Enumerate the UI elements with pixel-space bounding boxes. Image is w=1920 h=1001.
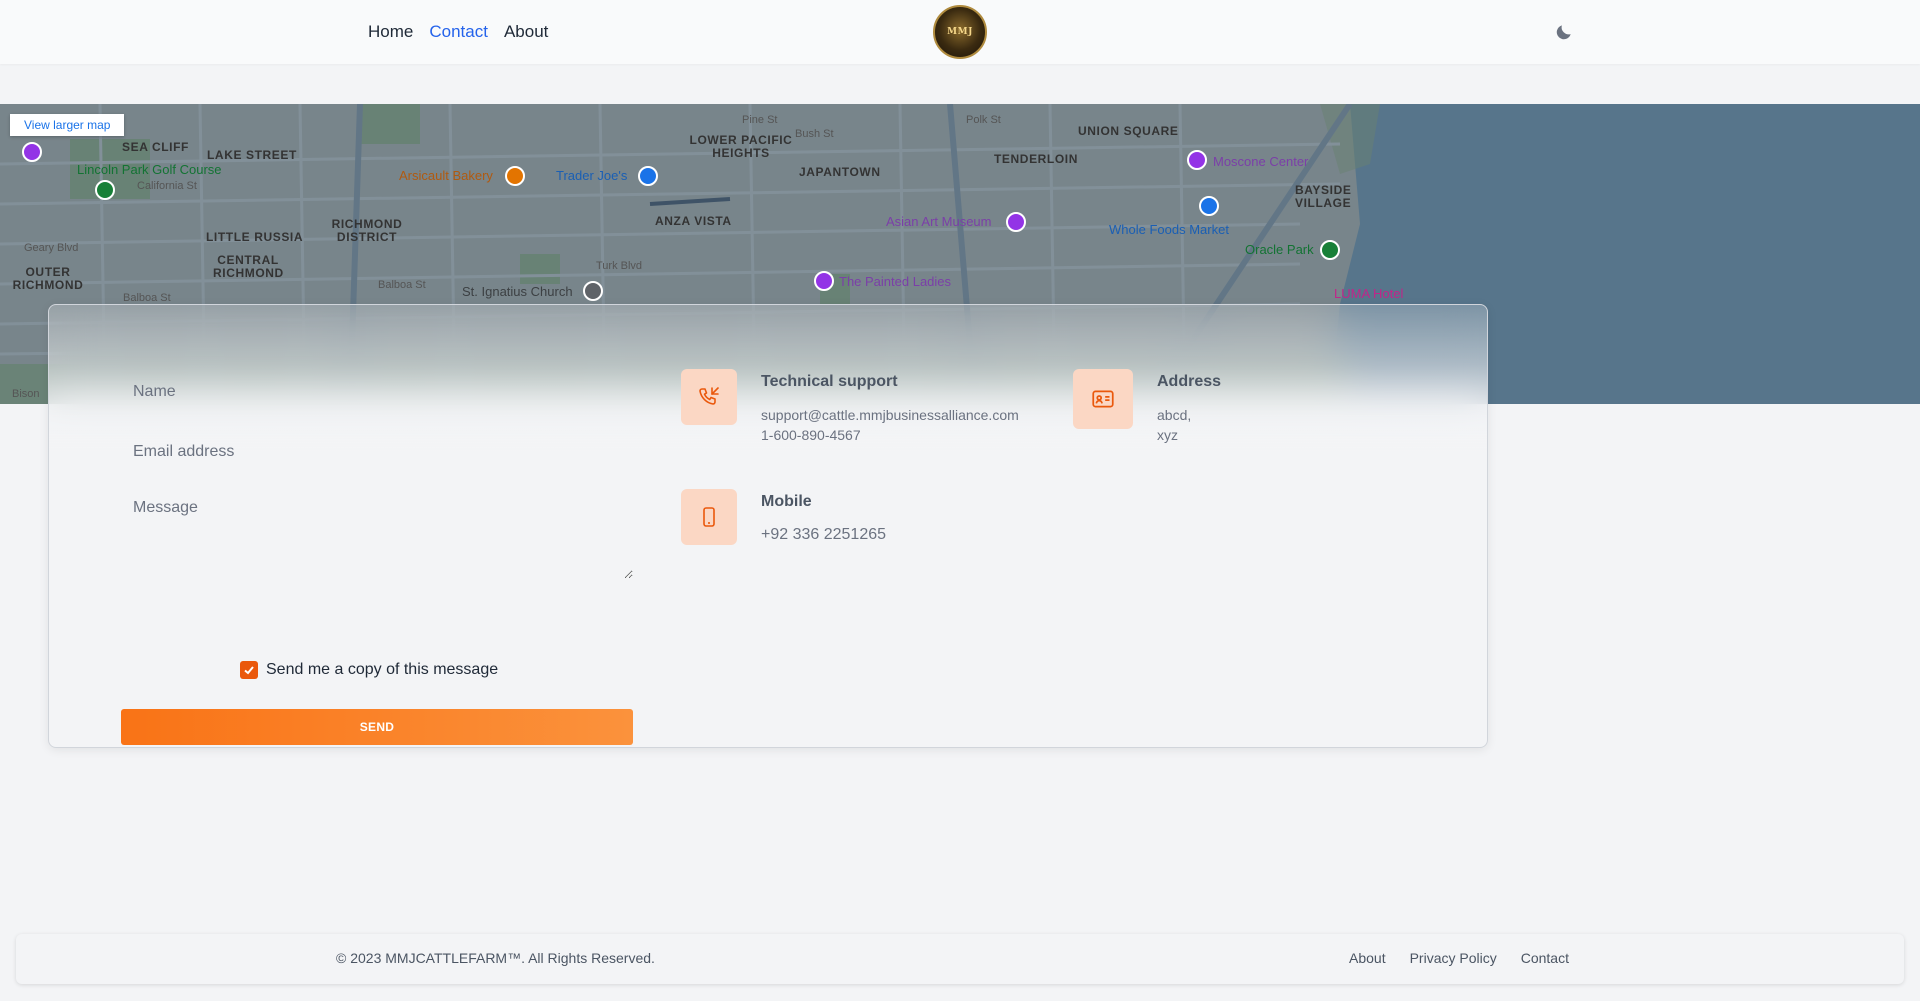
support-text: Technical support support@cattle.mmjbusi…: [761, 369, 1019, 445]
footer-copyright: © 2023 MMJCATTLEFARM™. All Rights Reserv…: [336, 950, 655, 966]
support-phone[interactable]: 1-600-890-4567: [761, 425, 1019, 445]
map-label-bison: Bison: [12, 388, 40, 400]
address-title: Address: [1157, 373, 1222, 390]
id-card-icon: [1092, 390, 1114, 408]
map-label-luma-hotel: LUMA Hotel: [1334, 286, 1404, 301]
map-label-california-st: California St: [137, 180, 197, 192]
theme-toggle-button[interactable]: [1552, 20, 1576, 44]
map-label-oracle-park: Oracle Park: [1245, 242, 1314, 257]
map-label-geary-blvd: Geary Blvd: [24, 242, 79, 254]
nav-links: Home Contact About: [368, 0, 548, 64]
navbar: Home Contact About MMJ: [0, 0, 1920, 64]
museum-pin-icon[interactable]: [1006, 212, 1026, 232]
address-icon-box: [1073, 369, 1133, 429]
landmark-pin-icon[interactable]: [814, 271, 834, 291]
email-input[interactable]: [121, 440, 633, 464]
name-input[interactable]: [121, 380, 633, 404]
map-label-trader-joes: Trader Joe's: [556, 168, 628, 183]
message-textarea[interactable]: [121, 499, 633, 579]
nav-link-about[interactable]: About: [504, 22, 548, 42]
contact-card: Send me a copy of this message SEND Tech…: [48, 304, 1488, 748]
map-label-central-richmond: CENTRAL RICHMOND: [213, 253, 284, 280]
brand-logo[interactable]: MMJ: [933, 5, 987, 59]
address-line-2: xyz: [1157, 427, 1178, 443]
map-label-bayside-village: BAYSIDE VILLAGE: [1295, 183, 1352, 210]
nav-link-home[interactable]: Home: [368, 22, 413, 42]
mobile-text: Mobile +92 336 2251265: [761, 489, 886, 545]
map-label-lower-pacific-heights: LOWER PACIFIC HEIGHTS: [689, 133, 793, 160]
map-label-richmond-district: RICHMOND DISTRICT: [331, 217, 403, 244]
footer-link-privacy-policy[interactable]: Privacy Policy: [1410, 950, 1497, 966]
technical-support-info: Technical support support@cattle.mmjbusi…: [681, 369, 1019, 445]
map-label-little-russia: LITTLE RUSSIA: [206, 230, 304, 244]
smartphone-icon: [703, 507, 715, 527]
footer-link-contact[interactable]: Contact: [1521, 950, 1569, 966]
moon-icon: [1556, 25, 1571, 40]
grocery-pin-icon[interactable]: [1199, 196, 1219, 216]
mobile-info: Mobile +92 336 2251265: [681, 489, 886, 545]
map-label-turk-blvd: Turk Blvd: [596, 260, 643, 272]
map-label-painted-ladies: The Painted Ladies: [839, 274, 952, 289]
brand-logo-text: MMJ: [947, 27, 973, 37]
shopping-pin-icon[interactable]: [638, 166, 658, 186]
map-label-sea-cliff: SEA CLIFF: [122, 140, 189, 154]
footer: © 2023 MMJCATTLEFARM™. All Rights Reserv…: [16, 934, 1904, 984]
map-label-moscone-center: Moscone Center: [1213, 154, 1309, 169]
support-email[interactable]: support@cattle.mmjbusinessalliance.com: [761, 405, 1019, 425]
map-label-balboa-st: Balboa St: [123, 292, 171, 304]
nav-link-contact[interactable]: Contact: [429, 22, 488, 42]
map-label-whole-foods: Whole Foods Market: [1109, 222, 1229, 237]
restaurant-pin-icon[interactable]: [505, 166, 525, 186]
map-label-st-ignatius: St. Ignatius Church: [462, 284, 573, 299]
map-label-lake-street: LAKE STREET: [207, 148, 297, 162]
map-label-anza-vista: ANZA VISTA: [655, 214, 732, 228]
address-info: Address abcd, xyz: [1073, 369, 1221, 445]
address-line-1: abcd,: [1157, 407, 1192, 423]
map-label-asian-art-museum: Asian Art Museum: [886, 214, 992, 229]
send-copy-row: Send me a copy of this message: [240, 661, 498, 679]
mobile-title: Mobile: [761, 493, 812, 510]
map-label-arsicault-bakery: Arsicault Bakery: [399, 168, 493, 183]
footer-link-about[interactable]: About: [1349, 950, 1386, 966]
footer-links: About Privacy Policy Contact: [1349, 950, 1569, 966]
mobile-number[interactable]: +92 336 2251265: [761, 525, 886, 545]
support-icon-box: [681, 369, 737, 425]
map-label-pine-st: Pine St: [742, 114, 778, 126]
stadium-pin-icon[interactable]: [1320, 240, 1340, 260]
view-larger-map-link[interactable]: View larger map: [10, 114, 125, 136]
map-label-polk-st: Polk St: [966, 114, 1001, 126]
moscone-pin-icon[interactable]: [1187, 150, 1207, 170]
church-pin-icon[interactable]: [583, 281, 603, 301]
museum-pin-icon-west[interactable]: [22, 142, 42, 162]
support-title: Technical support: [761, 373, 898, 390]
address-text: Address abcd, xyz: [1157, 369, 1221, 445]
map-label-bush-st: Bush St: [795, 128, 834, 140]
map-label-japantown: JAPANTOWN: [799, 165, 881, 179]
mobile-icon-box: [681, 489, 737, 545]
map-label-outer-richmond: OUTER RICHMOND: [12, 265, 84, 292]
send-copy-label[interactable]: Send me a copy of this message: [266, 661, 498, 679]
map-label-tenderloin: TENDERLOIN: [994, 152, 1078, 166]
golf-pin-icon[interactable]: [95, 180, 115, 200]
phone-incoming-icon: [699, 387, 719, 405]
send-copy-checkbox[interactable]: [240, 661, 258, 679]
map-label-lincoln-park: Lincoln Park Golf Course: [77, 162, 222, 177]
map-label-balboa-st-2: Balboa St: [378, 279, 426, 291]
check-icon: [244, 666, 254, 675]
map-label-union-square: UNION SQUARE: [1078, 124, 1179, 138]
send-button[interactable]: SEND: [121, 709, 633, 745]
